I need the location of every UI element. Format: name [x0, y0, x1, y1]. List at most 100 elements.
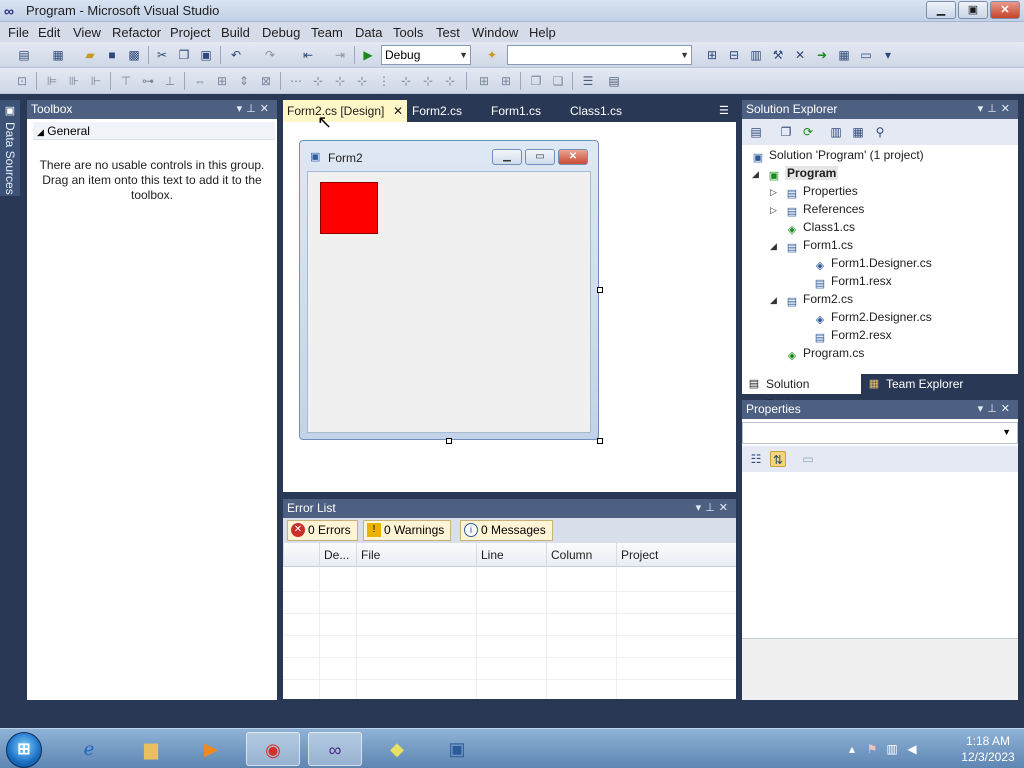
- align-rights-icon[interactable]: ⊩: [88, 73, 104, 89]
- close-panel-icon[interactable]: ✕: [719, 502, 732, 514]
- make-same-width-icon[interactable]: ⇔: [192, 73, 208, 89]
- column-file[interactable]: File: [356, 543, 476, 567]
- resize-handle-bottom[interactable]: [446, 438, 452, 444]
- visual-studio-icon[interactable]: ∞: [308, 732, 362, 766]
- auto-hide-pin-icon[interactable]: ⊥: [987, 403, 1001, 415]
- solution-configuration-combo[interactable]: Debug ▼: [381, 45, 471, 65]
- align-bottoms-icon[interactable]: ⊥: [162, 73, 178, 89]
- window-position-icon[interactable]: ▾: [978, 103, 988, 115]
- refresh-icon[interactable]: ⟳: [800, 124, 816, 140]
- menu-edit[interactable]: Edit: [38, 25, 60, 40]
- tab-form1-cs[interactable]: Form1.cs: [487, 100, 557, 122]
- tab-class1-cs[interactable]: Class1.cs: [566, 100, 636, 122]
- tab-order-icon[interactable]: ☰: [580, 73, 596, 89]
- tree-item-program-project[interactable]: ◢ ▣ Program: [752, 164, 839, 183]
- clock[interactable]: 1:18 AM 12/3/2023: [958, 733, 1018, 765]
- object-selector-combo[interactable]: ▼: [742, 422, 1018, 444]
- properties-icon[interactable]: ▤: [748, 124, 764, 140]
- tree-item-program-cs[interactable]: ◈ Program.cs: [784, 344, 865, 362]
- tab-team-explorer[interactable]: ▦ Team Explorer: [862, 374, 972, 394]
- tree-item-form1[interactable]: ◢ ▤ Form1.cs: [770, 236, 853, 254]
- column-column[interactable]: Column: [546, 543, 616, 567]
- layout-toolbar-options-icon[interactable]: ▤: [606, 73, 622, 89]
- collapse-triangle-icon[interactable]: ◢: [752, 165, 766, 183]
- other-windows-icon[interactable]: ▭: [858, 47, 874, 63]
- align-lefts-icon[interactable]: ⊫: [44, 73, 60, 89]
- chrome-icon[interactable]: ◉: [246, 732, 300, 766]
- toolbox-icon[interactable]: ⚒: [770, 47, 786, 63]
- menu-help[interactable]: Help: [529, 25, 556, 40]
- window-position-icon[interactable]: ▾: [696, 502, 706, 514]
- vertical-spacing-equal-icon[interactable]: ⋮: [376, 73, 392, 89]
- close-panel-icon[interactable]: ✕: [260, 103, 273, 115]
- expand-triangle-icon[interactable]: ▷: [770, 201, 784, 219]
- close-button[interactable]: ✕: [990, 1, 1020, 19]
- open-file-icon[interactable]: ▰: [82, 47, 98, 63]
- column-project[interactable]: Project: [616, 543, 736, 567]
- decrease-horizontal-spacing-icon[interactable]: ⊹: [332, 73, 348, 89]
- media-player-icon[interactable]: ▶: [184, 732, 238, 766]
- properties-window-icon[interactable]: ⊟: [726, 47, 742, 63]
- menu-refactor[interactable]: Refactor: [112, 25, 161, 40]
- collapse-triangle-icon[interactable]: ◢: [770, 237, 784, 255]
- tree-item-form2-designer[interactable]: ◈ Form2.Designer.cs: [812, 308, 932, 326]
- save-all-icon[interactable]: ▩: [126, 47, 142, 63]
- form-client-area[interactable]: [307, 171, 591, 433]
- toolbar-options-icon[interactable]: ▾: [880, 47, 896, 63]
- show-all-files-icon[interactable]: ❐: [778, 124, 794, 140]
- tree-item-properties[interactable]: ▷ ▤ Properties: [770, 182, 858, 200]
- alphabetical-icon[interactable]: ⇅: [770, 451, 786, 467]
- navigate-backward-icon[interactable]: ⇤: [300, 47, 316, 63]
- close-tab-icon[interactable]: ✕: [393, 100, 403, 122]
- align-middles-icon[interactable]: ⊶: [140, 73, 156, 89]
- make-same-size-icon[interactable]: ⊠: [258, 73, 274, 89]
- internet-explorer-icon[interactable]: ℯ: [62, 732, 116, 766]
- menu-build[interactable]: Build: [221, 25, 250, 40]
- menu-data[interactable]: Data: [355, 25, 382, 40]
- property-pages-icon[interactable]: ▭: [800, 451, 816, 467]
- tab-form2-cs[interactable]: Form2.cs: [408, 100, 478, 122]
- make-same-height-icon[interactable]: ⇕: [236, 73, 252, 89]
- align-centers-icon[interactable]: ⊪: [66, 73, 82, 89]
- toolbox-group-general[interactable]: ◢ General: [33, 122, 275, 140]
- volume-icon[interactable]: ◀: [904, 741, 920, 757]
- remove-vertical-spacing-icon[interactable]: ⊹: [442, 73, 458, 89]
- categorized-icon[interactable]: ☷: [748, 451, 764, 467]
- bring-to-front-icon[interactable]: ❐: [528, 73, 544, 89]
- tree-item-form1-resx[interactable]: ▤ Form1.resx: [812, 272, 892, 290]
- start-debugging-icon[interactable]: ▶: [360, 47, 376, 63]
- maximize-button[interactable]: ▣: [958, 1, 988, 19]
- tree-item-solution[interactable]: ▣ Solution 'Program' (1 project): [750, 146, 924, 164]
- menu-tools[interactable]: Tools: [393, 25, 423, 40]
- expand-triangle-icon[interactable]: ▷: [770, 183, 784, 201]
- tree-item-references[interactable]: ▷ ▤ References: [770, 200, 864, 218]
- start-page-icon[interactable]: ➜: [814, 47, 830, 63]
- toolbox-empty-message[interactable]: There are no usable controls in this gro…: [37, 158, 267, 203]
- redo-icon[interactable]: ↷: [262, 47, 278, 63]
- window-position-icon[interactable]: ▾: [978, 403, 988, 415]
- undo-icon[interactable]: ↶: [228, 47, 244, 63]
- column-description[interactable]: De...: [319, 543, 356, 567]
- show-hidden-icons-icon[interactable]: ▴: [844, 741, 860, 757]
- tree-item-form1-designer[interactable]: ◈ Form1.Designer.cs: [812, 254, 932, 272]
- decrease-vertical-spacing-icon[interactable]: ⊹: [420, 73, 436, 89]
- menu-file[interactable]: File: [8, 25, 29, 40]
- increase-horizontal-spacing-icon[interactable]: ⊹: [310, 73, 326, 89]
- remove-horizontal-spacing-icon[interactable]: ⊹: [354, 73, 370, 89]
- find-combo[interactable]: ▼: [507, 45, 692, 65]
- tab-form2-design[interactable]: Form2.cs [Design] ✕: [283, 100, 407, 122]
- close-panel-icon[interactable]: ✕: [1001, 403, 1014, 415]
- add-item-icon[interactable]: ▦: [50, 47, 66, 63]
- remote-desktop-icon[interactable]: ▣: [430, 732, 484, 766]
- menu-debug[interactable]: Debug: [262, 25, 300, 40]
- sticky-notes-icon[interactable]: ◆: [370, 732, 424, 766]
- center-vertically-icon[interactable]: ⊞: [498, 73, 514, 89]
- copy-icon[interactable]: ❐: [176, 47, 192, 63]
- messages-filter-button[interactable]: i 0 Messages: [460, 520, 553, 541]
- menu-window[interactable]: Window: [472, 25, 518, 40]
- increase-vertical-spacing-icon[interactable]: ⊹: [398, 73, 414, 89]
- action-center-icon[interactable]: ⚑: [864, 741, 880, 757]
- center-horizontally-icon[interactable]: ⊞: [476, 73, 492, 89]
- tree-item-form2-resx[interactable]: ▤ Form2.resx: [812, 326, 892, 344]
- horizontal-spacing-equal-icon[interactable]: ⋯: [288, 73, 304, 89]
